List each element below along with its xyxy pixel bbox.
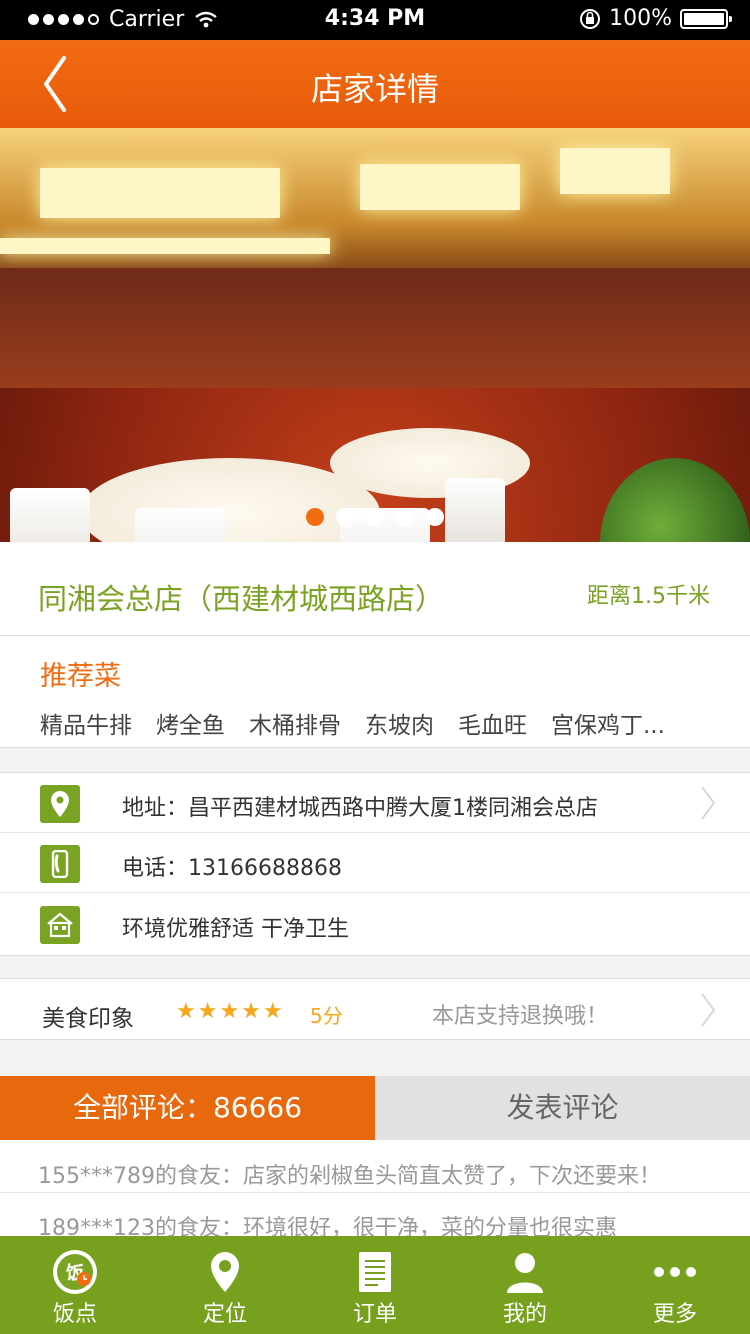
address-text: 地址：昌平西建材城西路中腾大厦1楼同湘会总店 bbox=[122, 796, 598, 821]
photo-wall bbox=[0, 268, 750, 388]
chevron-right-icon bbox=[701, 786, 716, 820]
address-row[interactable]: 地址：昌平西建材城西路中腾大厦1楼同湘会总店 bbox=[0, 773, 750, 833]
phone-row[interactable]: 电话：13166688868 bbox=[0, 833, 750, 893]
tab-location[interactable]: 定位 bbox=[150, 1236, 300, 1334]
battery-group: 100% bbox=[579, 6, 732, 31]
dish-item[interactable]: 东坡肉 bbox=[365, 706, 434, 740]
environment-text: 环境优雅舒适 干净卫生 bbox=[122, 917, 349, 942]
chevron-right-icon bbox=[701, 993, 716, 1027]
user-icon bbox=[501, 1248, 549, 1296]
carousel-pager bbox=[0, 508, 750, 526]
store-distance: 距离1.5千米 bbox=[587, 584, 710, 609]
pager-dot[interactable] bbox=[396, 508, 414, 526]
photo-ceiling bbox=[0, 128, 750, 278]
tab-label: 我的 bbox=[502, 1302, 547, 1327]
return-policy-text: 本店支持退换哦！ bbox=[432, 1004, 609, 1029]
review-item: 155***789的食友：店家的剁椒鱼头简直太赞了，下次还要来！ bbox=[38, 1164, 661, 1189]
tab-orders[interactable]: 订单 bbox=[300, 1236, 450, 1334]
bottom-tab-bar: 饭 饭点 定位 订单 我的 更多 bbox=[0, 1236, 750, 1334]
store-photo-carousel[interactable] bbox=[0, 128, 750, 542]
orientation-lock-icon bbox=[580, 8, 601, 29]
restaurant-icon: 饭 bbox=[51, 1248, 99, 1296]
store-info: 地址：昌平西建材城西路中腾大厦1楼同湘会总店 电话：13166688868 环境… bbox=[0, 772, 750, 956]
review-list: 155***789的食友：店家的剁椒鱼头简直太赞了，下次还要来！ 189***1… bbox=[0, 1140, 750, 1241]
store-name: 同湘会总店（西建材城西路店） bbox=[38, 582, 445, 616]
status-bar: Carrier 4:34 PM 100% bbox=[0, 0, 750, 40]
tab-all-reviews[interactable]: 全部评论：86666 bbox=[0, 1076, 375, 1140]
dish-item[interactable]: 精品牛排 bbox=[40, 706, 132, 740]
pager-dot[interactable] bbox=[426, 508, 444, 526]
rating-score: 5分 bbox=[310, 1004, 343, 1028]
house-icon bbox=[40, 906, 80, 944]
phone-icon bbox=[40, 845, 80, 883]
order-icon bbox=[351, 1248, 399, 1296]
tab-label: 更多 bbox=[652, 1302, 697, 1327]
environment-row: 环境优雅舒适 干净卫生 bbox=[0, 894, 750, 954]
tab-post-review[interactable]: 发表评论 bbox=[375, 1076, 750, 1140]
location-icon bbox=[40, 785, 80, 823]
location-icon bbox=[201, 1248, 249, 1296]
tab-restaurant[interactable]: 饭 饭点 bbox=[0, 1236, 150, 1334]
store-summary: 同湘会总店（西建材城西路店） 距离1.5千米 bbox=[0, 542, 750, 636]
food-impression-row[interactable]: 美食印象 ★★★★★ 5分 本店支持退换哦！ bbox=[0, 978, 750, 1040]
tab-label: 饭点 bbox=[52, 1302, 97, 1327]
pager-dot[interactable] bbox=[366, 508, 384, 526]
phone-text: 电话：13166688868 bbox=[122, 856, 342, 881]
tab-more[interactable]: 更多 bbox=[600, 1236, 750, 1334]
review-tabs: 全部评论：86666 发表评论 bbox=[0, 1076, 750, 1140]
tab-label: 订单 bbox=[352, 1302, 397, 1327]
page-title: 店家详情 bbox=[310, 70, 439, 108]
dish-item[interactable]: 宫保鸡丁... bbox=[551, 706, 665, 740]
dish-item[interactable]: 木桶排骨 bbox=[249, 706, 341, 740]
photo-plant bbox=[600, 458, 750, 542]
tab-label: 定位 bbox=[202, 1302, 247, 1327]
dish-item[interactable]: 毛血旺 bbox=[458, 706, 527, 740]
more-icon bbox=[651, 1248, 699, 1296]
battery-icon bbox=[680, 8, 732, 29]
divider bbox=[0, 1192, 750, 1193]
dish-item[interactable]: 烤全鱼 bbox=[156, 706, 225, 740]
star-rating: ★★★★★ bbox=[176, 999, 285, 1024]
recommended-title: 推荐菜 bbox=[40, 661, 121, 692]
pager-dot[interactable] bbox=[336, 508, 354, 526]
pager-dot[interactable] bbox=[306, 508, 324, 526]
food-impression-label: 美食印象 bbox=[42, 1006, 134, 1032]
recommended-dishes: 推荐菜 精品牛排 烤全鱼 木桶排骨 东坡肉 毛血旺 宫保鸡丁... bbox=[0, 636, 750, 748]
battery-percent: 100% bbox=[609, 6, 672, 31]
tab-mine[interactable]: 我的 bbox=[450, 1236, 600, 1334]
dish-list: 精品牛排 烤全鱼 木桶排骨 东坡肉 毛血旺 宫保鸡丁... bbox=[40, 706, 665, 740]
nav-header: 店家详情 bbox=[0, 40, 750, 128]
